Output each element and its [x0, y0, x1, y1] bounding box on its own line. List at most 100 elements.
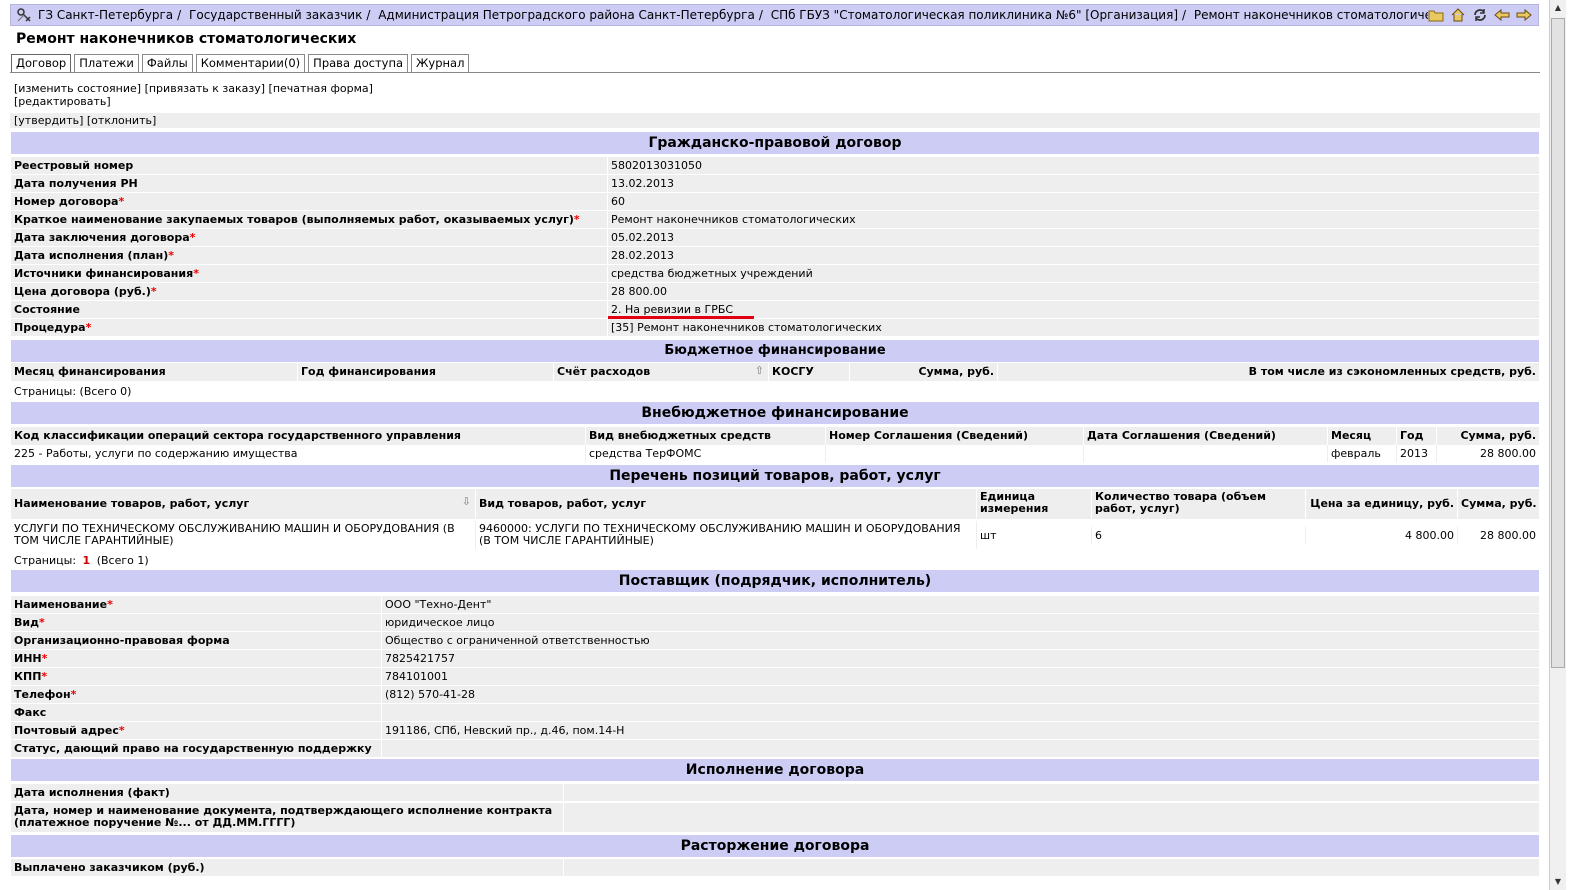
folder-icon[interactable] [1428, 7, 1444, 23]
items-table-header: Наименование товаров, работ, услуг ⇩ Вид … [11, 489, 1539, 519]
col-year[interactable]: Год [1397, 427, 1437, 445]
required-marker: * [70, 688, 77, 701]
supplier-row: Наименование* ООО "Техно-Дент" [11, 596, 1539, 614]
field-value: [35] Ремонт наконечников стоматологическ… [611, 321, 882, 334]
col-unit-price[interactable]: Цена за единицу, руб. [1306, 489, 1458, 519]
supplier-row: ИНН* 7825421757 [11, 650, 1539, 668]
col-year[interactable]: Год финансирования [298, 363, 554, 381]
approve-link[interactable]: [утвердить] [14, 114, 83, 127]
change-state-link[interactable]: [изменить состояние] [14, 82, 141, 95]
field-label-text: Почтовый адрес [14, 724, 119, 737]
tab-access-rights[interactable]: Права доступа [308, 54, 409, 72]
col-month[interactable]: Месяц финансирования [11, 363, 298, 381]
required-marker: * [150, 285, 157, 298]
field-label-text: Источники финансирования [14, 267, 194, 280]
breadcrumb-item[interactable]: Ремонт наконечников стоматологических [Д… [1194, 8, 1428, 22]
field-label: Почтовый адрес* [11, 722, 382, 739]
col-item-type[interactable]: Вид товаров, работ, услуг [476, 489, 977, 519]
col-quantity[interactable]: Количество товара (объем работ, услуг) [1092, 489, 1306, 519]
field-value [382, 740, 388, 757]
items-section-header: Перечень позиций товаров, работ, услуг [11, 465, 1539, 487]
col-sum[interactable]: Сумма, руб. [850, 363, 998, 381]
contract-section-header: Гражданско-правовой договор [11, 132, 1539, 154]
table-row: 225 - Работы, услуги по содержанию имуще… [11, 445, 1539, 462]
cell-classification-code: 225 - Работы, услуги по содержанию имуще… [11, 445, 586, 462]
termination-paid-row: Выплачено заказчиком (руб.) [11, 859, 1539, 877]
page: ГЗ Санкт-Петербурга / Государственный зак… [0, 0, 1578, 890]
col-expense-account-label: Счёт расходов [557, 365, 651, 378]
home-icon[interactable] [1450, 7, 1466, 23]
field-label-text: Состояние [14, 303, 80, 316]
breadcrumb-item[interactable]: СПб ГБУЗ "Стоматологическая поликлиника … [771, 8, 1178, 22]
vertical-scrollbar[interactable]: ▲ ▼ [1549, 0, 1566, 890]
breadcrumb-item[interactable]: Государственный заказчик [189, 8, 362, 22]
forward-arrow-icon[interactable] [1516, 7, 1532, 23]
col-saved-sum[interactable]: В том числе из сэкономленных средств, ру… [998, 363, 1539, 381]
supplier-row: Статус, дающий право на государственную … [11, 740, 1539, 758]
col-unit[interactable]: Единица измерения [977, 489, 1092, 519]
cell-funds-type: средства ТерФОМС [586, 445, 826, 462]
tab-payments[interactable]: Платежи [74, 54, 139, 72]
field-label: Дата получения РН [11, 175, 608, 192]
cell-item-type: 9460000: УСЛУГИ ПО ТЕХНИЧЕСКОМУ ОБСЛУЖИВ… [476, 521, 977, 549]
bind-order-link[interactable]: [привязать к заказу] [145, 82, 265, 95]
col-kosgu[interactable]: КОСГУ [769, 363, 850, 381]
col-classification-code[interactable]: Код классификации операций сектора госуд… [11, 427, 586, 445]
breadcrumb-item[interactable]: Администрация Петроградского района Санк… [378, 8, 755, 22]
col-month[interactable]: Месяц [1328, 427, 1397, 445]
tab-files[interactable]: Файлы [141, 54, 193, 72]
field-label: ИНН* [11, 650, 382, 667]
back-arrow-icon[interactable] [1494, 7, 1510, 23]
field-value: 784101001 [385, 670, 448, 683]
field-label-text: КПП [14, 670, 42, 683]
scrollbar-thumb[interactable] [1551, 18, 1565, 668]
col-agreement-date[interactable]: Дата Соглашения (Сведений) [1084, 427, 1328, 445]
scroll-down-arrow-icon[interactable]: ▼ [1551, 874, 1565, 890]
pager-current-page[interactable]: 1 [83, 554, 91, 567]
field-label-text: Номер договора [14, 195, 119, 208]
refresh-icon[interactable] [1472, 7, 1488, 23]
scroll-up-arrow-icon[interactable]: ▲ [1551, 0, 1565, 16]
print-form-link[interactable]: [печатная форма] [269, 82, 373, 95]
tab-comments[interactable]: Комментарии(0) [195, 54, 306, 72]
reject-link[interactable]: [отклонить] [87, 114, 156, 127]
field-value: 13.02.2013 [611, 177, 674, 190]
state-highlight-underline [608, 316, 754, 319]
edit-link[interactable]: [редактировать] [14, 95, 111, 108]
col-item-name[interactable]: Наименование товаров, работ, услуг ⇩ [11, 489, 476, 519]
field-label-text: Дата получения РН [14, 177, 138, 190]
col-sum[interactable]: Сумма, руб. [1437, 427, 1539, 445]
col-funds-type[interactable]: Вид внебюджетных средств [586, 427, 826, 445]
supplier-row: Почтовый адрес* 191186, СПб, Невский пр.,… [11, 722, 1539, 740]
field-label-text: Статус, дающий право на государственную … [14, 742, 372, 755]
field-label: Дата заключения договора* [11, 229, 608, 246]
field-value: 5802013031050 [611, 159, 702, 172]
execution-fact-date-row: Дата исполнения (факт) [11, 784, 1539, 802]
field-label-text: Процедура [14, 321, 86, 334]
required-marker: * [41, 652, 48, 665]
tab-bar: Договор Платежи Файлы Комментарии(0) Пра… [11, 54, 470, 72]
required-marker: * [189, 231, 196, 244]
field-label: Процедура* [11, 319, 608, 336]
field-label: Краткое наименование закупаемых товаров … [11, 211, 608, 228]
tab-journal[interactable]: Журнал [411, 54, 470, 72]
field-label-text: Вид [14, 616, 39, 629]
col-expense-account[interactable]: Счёт расходов ⇧ [554, 363, 769, 381]
field-label-text: Дата исполнения (план) [14, 249, 169, 262]
breadcrumb-item[interactable]: ГЗ Санкт-Петербурга [38, 8, 173, 22]
supplier-row: Организационно-правовая форма Общество с … [11, 632, 1539, 650]
sort-up-icon[interactable]: ⇧ [755, 364, 764, 377]
sort-down-icon[interactable]: ⇩ [462, 489, 471, 515]
field-label: Статус, дающий право на государственную … [11, 740, 382, 757]
field-label-text: Цена договора (руб.) [14, 285, 151, 298]
field-label-text: Телефон [14, 688, 71, 701]
col-sum[interactable]: Сумма, руб. [1458, 489, 1539, 519]
field-label: Выплачено заказчиком (руб.) [11, 859, 564, 876]
col-item-name-label: Наименование товаров, работ, услуг [14, 497, 250, 510]
budget-pager: Страницы: (Всего 0) [14, 385, 132, 398]
col-agreement-number[interactable]: Номер Соглашения (Сведений) [826, 427, 1084, 445]
budget-table-header: Месяц финансирования Год финансирования … [11, 363, 1539, 381]
required-marker: * [38, 616, 45, 629]
field-label: Источники финансирования* [11, 265, 608, 282]
tab-contract[interactable]: Договор [11, 54, 72, 72]
